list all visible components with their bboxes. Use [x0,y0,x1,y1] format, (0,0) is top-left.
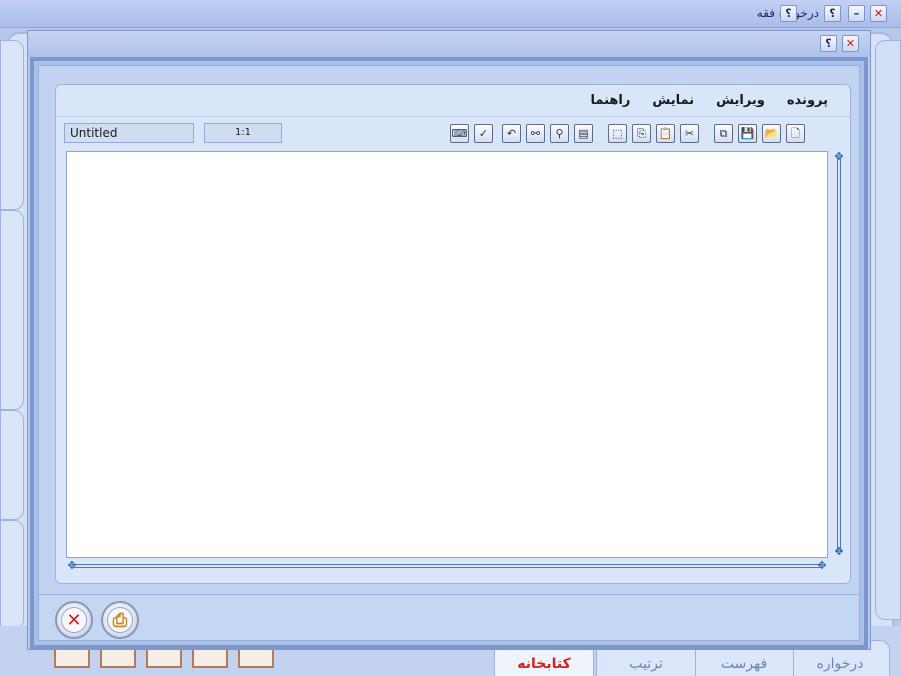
editor-panel: پرونده ویرایش نمایش راهنما Untitled 1:1 … [55,84,851,584]
text-editor-area[interactable] [66,151,828,558]
main-help-button[interactable]: ؟ [780,5,797,22]
dialog-close-button[interactable]: ✕ [842,35,859,52]
scroll-down-icon[interactable]: ✥ [833,546,845,558]
spell-check-icon[interactable]: ✓ [474,124,493,143]
dialog-titlebar: ؟ ✕ [28,31,870,57]
select-all-icon[interactable]: ⬚ [608,124,627,143]
right-side-panel [875,40,901,620]
menu-edit[interactable]: ویرایش [716,93,765,108]
print-icon: ⎙ [107,607,133,633]
editor-dialog: ؟ ✕ پرونده ویرایش نمایش راهنما Untitled … [27,30,871,650]
main-close-button[interactable]: ✕ [870,5,887,22]
keyboard-icon[interactable]: ⌨ [450,124,469,143]
open-folder-icon[interactable]: 📂 [762,124,781,143]
toolbar: Untitled 1:1 🗋 📂 💾 ⧉ ✂ 📋 ⎘ ⬚ ▤ ⚲ ⚯ ↶ ✓ ⌨ [64,123,844,145]
new-document-icon[interactable]: 🗋 [786,124,805,143]
left-side-tab[interactable] [0,410,24,520]
dialog-footer: ✕ ⎙ [39,594,859,640]
find-replace-icon[interactable]: ⚯ [526,124,545,143]
left-side-tab[interactable] [0,40,24,210]
main-help-button-2[interactable]: ؟ [824,5,841,22]
vertical-scroll-track[interactable] [837,157,841,552]
save-icon[interactable]: 💾 [738,124,757,143]
cut-icon[interactable]: ✂ [680,124,699,143]
dialog-help-button[interactable]: ؟ [820,35,837,52]
dialog-content: پرونده ویرایش نمایش راهنما Untitled 1:1 … [38,65,860,641]
undo-icon[interactable]: ↶ [502,124,521,143]
menu-help[interactable]: راهنما [591,93,631,108]
menu-view[interactable]: نمایش [652,93,694,108]
horizontal-scroll-track[interactable] [72,564,822,568]
zoom-field[interactable]: 1:1 [204,123,282,143]
dialog-frame: پرونده ویرایش نمایش راهنما Untitled 1:1 … [30,57,868,649]
left-side-tab[interactable] [0,210,24,410]
cancel-icon: ✕ [61,607,87,633]
main-minimize-button[interactable]: – [848,5,865,22]
document-title-field[interactable]: Untitled [64,123,194,143]
main-titlebar: درخواره فقه ؟ – ✕ ؟ [0,0,901,28]
page-setup-icon[interactable]: ▤ [574,124,593,143]
menu-bar: پرونده ویرایش نمایش راهنما [56,85,850,117]
paste-icon[interactable]: 📋 [656,124,675,143]
copy-icon[interactable]: ⎘ [632,124,651,143]
print-button[interactable]: ⎙ [101,601,139,639]
horizontal-scrollbar[interactable]: ✥ ✥ [66,560,828,572]
save-as-icon[interactable]: ⧉ [714,124,733,143]
print-glyph: ⎙ [112,609,128,631]
vertical-scrollbar[interactable]: ✥ ✥ [833,151,845,558]
left-side-tab[interactable] [0,520,24,630]
find-icon[interactable]: ⚲ [550,124,569,143]
menu-file[interactable]: پرونده [787,93,828,108]
scroll-right-icon[interactable]: ✥ [816,560,828,572]
cancel-button[interactable]: ✕ [55,601,93,639]
cancel-glyph: ✕ [66,609,82,631]
